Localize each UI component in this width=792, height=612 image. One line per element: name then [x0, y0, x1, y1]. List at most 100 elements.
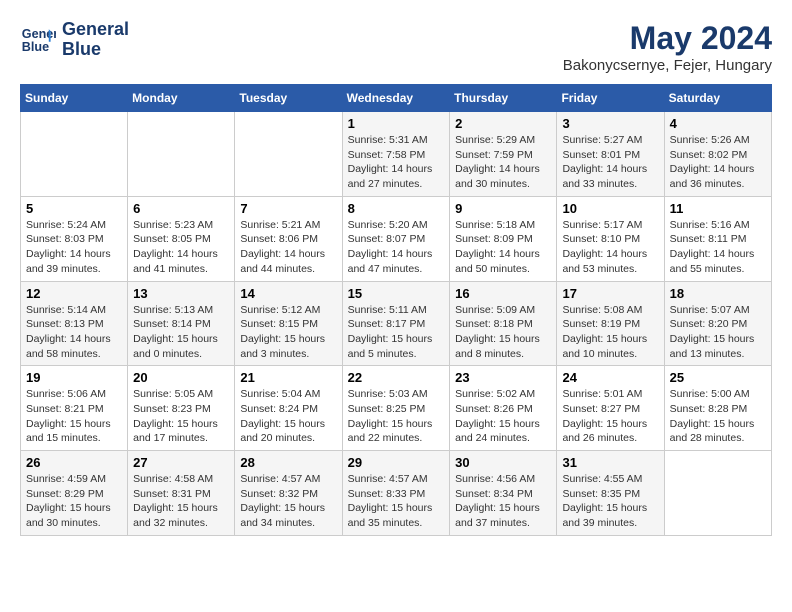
day-number: 23	[455, 370, 551, 385]
day-number: 6	[133, 201, 229, 216]
day-info: Sunrise: 5:05 AM Sunset: 8:23 PM Dayligh…	[133, 387, 229, 446]
day-number: 12	[26, 286, 122, 301]
calendar-cell: 18 Sunrise: 5:07 AM Sunset: 8:20 PM Dayli…	[664, 281, 771, 366]
day-number: 7	[240, 201, 336, 216]
calendar-header-row: SundayMondayTuesdayWednesdayThursdayFrid…	[21, 85, 772, 112]
day-number: 25	[670, 370, 766, 385]
day-number: 15	[348, 286, 445, 301]
calendar-cell: 7 Sunrise: 5:21 AM Sunset: 8:06 PM Daylig…	[235, 196, 342, 281]
day-number: 8	[348, 201, 445, 216]
day-info: Sunrise: 5:18 AM Sunset: 8:09 PM Dayligh…	[455, 218, 551, 277]
calendar-cell: 22 Sunrise: 5:03 AM Sunset: 8:25 PM Dayli…	[342, 366, 450, 451]
day-info: Sunrise: 5:07 AM Sunset: 8:20 PM Dayligh…	[670, 303, 766, 362]
day-number: 5	[26, 201, 122, 216]
day-info: Sunrise: 5:16 AM Sunset: 8:11 PM Dayligh…	[670, 218, 766, 277]
calendar-cell	[21, 112, 128, 197]
day-info: Sunrise: 5:14 AM Sunset: 8:13 PM Dayligh…	[26, 303, 122, 362]
day-info: Sunrise: 5:01 AM Sunset: 8:27 PM Dayligh…	[562, 387, 658, 446]
calendar-cell: 31 Sunrise: 4:55 AM Sunset: 8:35 PM Dayli…	[557, 451, 664, 536]
calendar-cell: 3 Sunrise: 5:27 AM Sunset: 8:01 PM Daylig…	[557, 112, 664, 197]
day-info: Sunrise: 5:06 AM Sunset: 8:21 PM Dayligh…	[26, 387, 122, 446]
svg-text:Blue: Blue	[22, 40, 49, 54]
day-info: Sunrise: 4:59 AM Sunset: 8:29 PM Dayligh…	[26, 472, 122, 531]
weekday-header-tuesday: Tuesday	[235, 85, 342, 112]
weekday-header-thursday: Thursday	[450, 85, 557, 112]
calendar-table: SundayMondayTuesdayWednesdayThursdayFrid…	[20, 84, 772, 536]
calendar-cell: 1Sunrise: 5:31 AM Sunset: 7:58 PM Daylig…	[342, 112, 450, 197]
day-info: Sunrise: 5:09 AM Sunset: 8:18 PM Dayligh…	[455, 303, 551, 362]
day-info: Sunrise: 5:31 AM Sunset: 7:58 PM Dayligh…	[348, 133, 445, 192]
calendar-cell	[128, 112, 235, 197]
calendar-cell	[664, 451, 771, 536]
calendar-cell: 6 Sunrise: 5:23 AM Sunset: 8:05 PM Daylig…	[128, 196, 235, 281]
day-number: 4	[670, 116, 766, 131]
day-number: 29	[348, 455, 445, 470]
calendar-cell: 26 Sunrise: 4:59 AM Sunset: 8:29 PM Dayli…	[21, 451, 128, 536]
weekday-header-wednesday: Wednesday	[342, 85, 450, 112]
calendar-cell: 30Sunrise: 4:56 AM Sunset: 8:34 PM Dayli…	[450, 451, 557, 536]
day-info: Sunrise: 5:12 AM Sunset: 8:15 PM Dayligh…	[240, 303, 336, 362]
day-number: 31	[562, 455, 658, 470]
calendar-week-row: 19Sunrise: 5:06 AM Sunset: 8:21 PM Dayli…	[21, 366, 772, 451]
weekday-header-saturday: Saturday	[664, 85, 771, 112]
day-info: Sunrise: 5:00 AM Sunset: 8:28 PM Dayligh…	[670, 387, 766, 446]
calendar-cell: 19Sunrise: 5:06 AM Sunset: 8:21 PM Dayli…	[21, 366, 128, 451]
day-info: Sunrise: 4:57 AM Sunset: 8:32 PM Dayligh…	[240, 472, 336, 531]
calendar-week-row: 26 Sunrise: 4:59 AM Sunset: 8:29 PM Dayli…	[21, 451, 772, 536]
calendar-cell: 27Sunrise: 4:58 AM Sunset: 8:31 PM Dayli…	[128, 451, 235, 536]
calendar-cell: 17 Sunrise: 5:08 AM Sunset: 8:19 PM Dayli…	[557, 281, 664, 366]
weekday-header-monday: Monday	[128, 85, 235, 112]
day-number: 30	[455, 455, 551, 470]
logo-icon: General Blue	[20, 22, 56, 58]
day-info: Sunrise: 5:13 AM Sunset: 8:14 PM Dayligh…	[133, 303, 229, 362]
day-number: 14	[240, 286, 336, 301]
day-info: Sunrise: 4:55 AM Sunset: 8:35 PM Dayligh…	[562, 472, 658, 531]
calendar-cell: 15 Sunrise: 5:11 AM Sunset: 8:17 PM Dayli…	[342, 281, 450, 366]
day-info: Sunrise: 5:04 AM Sunset: 8:24 PM Dayligh…	[240, 387, 336, 446]
day-number: 13	[133, 286, 229, 301]
day-info: Sunrise: 5:27 AM Sunset: 8:01 PM Dayligh…	[562, 133, 658, 192]
calendar-cell: 25 Sunrise: 5:00 AM Sunset: 8:28 PM Dayli…	[664, 366, 771, 451]
calendar-cell: 5Sunrise: 5:24 AM Sunset: 8:03 PM Daylig…	[21, 196, 128, 281]
calendar-cell: 8 Sunrise: 5:20 AM Sunset: 8:07 PM Daylig…	[342, 196, 450, 281]
day-info: Sunrise: 5:17 AM Sunset: 8:10 PM Dayligh…	[562, 218, 658, 277]
calendar-cell: 4 Sunrise: 5:26 AM Sunset: 8:02 PM Daylig…	[664, 112, 771, 197]
day-info: Sunrise: 5:11 AM Sunset: 8:17 PM Dayligh…	[348, 303, 445, 362]
day-info: Sunrise: 5:08 AM Sunset: 8:19 PM Dayligh…	[562, 303, 658, 362]
day-number: 22	[348, 370, 445, 385]
day-number: 21	[240, 370, 336, 385]
location-subtitle: Bakonycsernye, Fejer, Hungary	[563, 57, 772, 74]
day-number: 27	[133, 455, 229, 470]
day-info: Sunrise: 5:03 AM Sunset: 8:25 PM Dayligh…	[348, 387, 445, 446]
day-info: Sunrise: 5:26 AM Sunset: 8:02 PM Dayligh…	[670, 133, 766, 192]
day-info: Sunrise: 5:29 AM Sunset: 7:59 PM Dayligh…	[455, 133, 551, 192]
day-info: Sunrise: 5:21 AM Sunset: 8:06 PM Dayligh…	[240, 218, 336, 277]
calendar-cell: 9Sunrise: 5:18 AM Sunset: 8:09 PM Daylig…	[450, 196, 557, 281]
day-number: 18	[670, 286, 766, 301]
day-info: Sunrise: 5:02 AM Sunset: 8:26 PM Dayligh…	[455, 387, 551, 446]
calendar-cell: 29Sunrise: 4:57 AM Sunset: 8:33 PM Dayli…	[342, 451, 450, 536]
day-number: 16	[455, 286, 551, 301]
calendar-week-row: 12 Sunrise: 5:14 AM Sunset: 8:13 PM Dayli…	[21, 281, 772, 366]
day-number: 10	[562, 201, 658, 216]
day-number: 20	[133, 370, 229, 385]
calendar-cell: 16 Sunrise: 5:09 AM Sunset: 8:18 PM Dayli…	[450, 281, 557, 366]
calendar-cell: 12 Sunrise: 5:14 AM Sunset: 8:13 PM Dayli…	[21, 281, 128, 366]
calendar-cell: 28Sunrise: 4:57 AM Sunset: 8:32 PM Dayli…	[235, 451, 342, 536]
page-header: General Blue General Blue May 2024 Bakon…	[20, 20, 772, 74]
calendar-cell: 23 Sunrise: 5:02 AM Sunset: 8:26 PM Dayli…	[450, 366, 557, 451]
day-info: Sunrise: 5:20 AM Sunset: 8:07 PM Dayligh…	[348, 218, 445, 277]
calendar-cell: 14 Sunrise: 5:12 AM Sunset: 8:15 PM Dayli…	[235, 281, 342, 366]
day-number: 2	[455, 116, 551, 131]
weekday-header-sunday: Sunday	[21, 85, 128, 112]
calendar-cell: 13 Sunrise: 5:13 AM Sunset: 8:14 PM Dayli…	[128, 281, 235, 366]
month-title: May 2024	[563, 20, 772, 57]
day-number: 3	[562, 116, 658, 131]
day-number: 24	[562, 370, 658, 385]
day-number: 17	[562, 286, 658, 301]
calendar-cell: 2 Sunrise: 5:29 AM Sunset: 7:59 PM Daylig…	[450, 112, 557, 197]
day-info: Sunrise: 5:23 AM Sunset: 8:05 PM Dayligh…	[133, 218, 229, 277]
day-number: 26	[26, 455, 122, 470]
calendar-cell: 21 Sunrise: 5:04 AM Sunset: 8:24 PM Dayli…	[235, 366, 342, 451]
calendar-cell: 20 Sunrise: 5:05 AM Sunset: 8:23 PM Dayli…	[128, 366, 235, 451]
